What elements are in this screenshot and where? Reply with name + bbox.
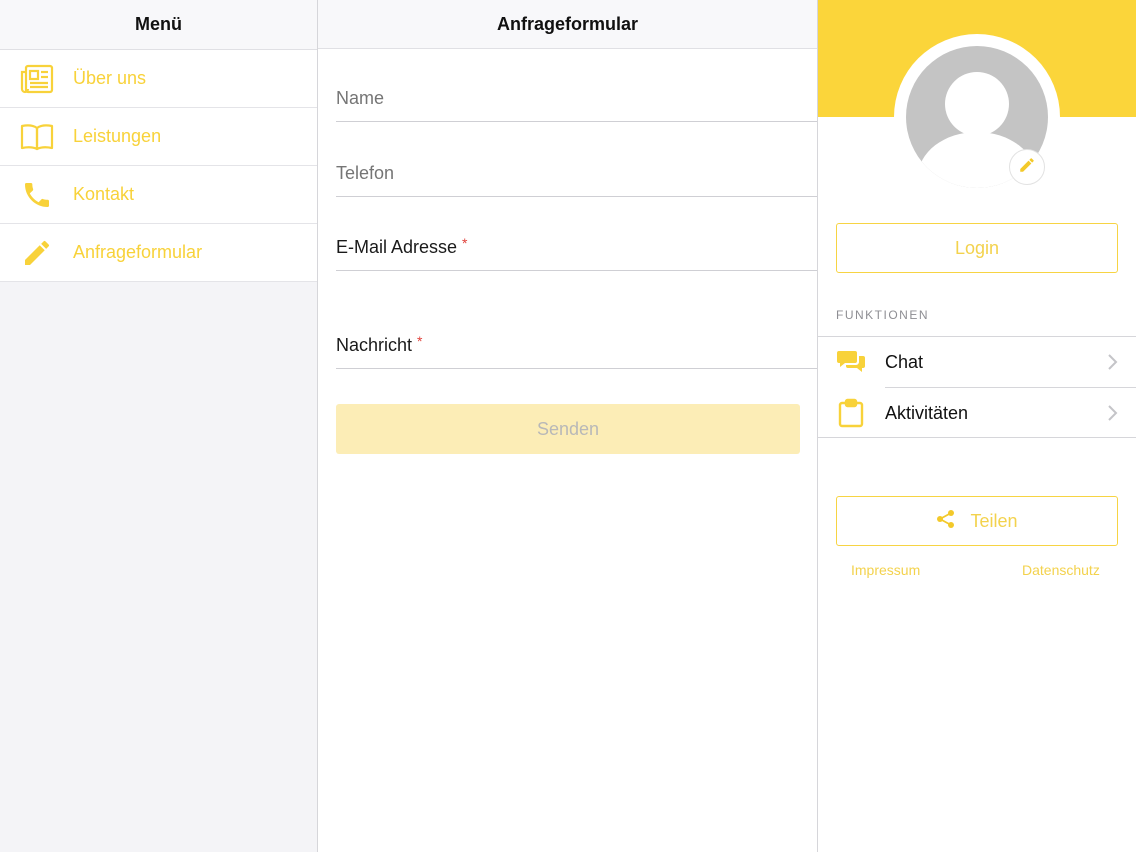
- email-field[interactable]: E-Mail Adresse *: [336, 235, 817, 271]
- form-title: Anfrageformular: [318, 0, 817, 49]
- menu-list: Über uns Leistungen Kontakt Anfrageformu…: [0, 50, 317, 282]
- send-button[interactable]: Senden: [336, 404, 800, 454]
- phone-field-wrapper: [336, 163, 817, 197]
- menu-item-services[interactable]: Leistungen: [0, 108, 317, 166]
- message-field[interactable]: Nachricht *: [336, 333, 817, 369]
- profile-pane: Login FUNKTIONEN Chat Aktivitäten Teilen…: [818, 0, 1136, 852]
- login-button[interactable]: Login: [836, 223, 1118, 273]
- pencil-icon: [1018, 156, 1036, 179]
- menu-item-contact[interactable]: Kontakt: [0, 166, 317, 224]
- menu-pane: Menü Über uns Leistungen Kontakt Anfrage…: [0, 0, 318, 852]
- share-button[interactable]: Teilen: [836, 496, 1118, 546]
- imprint-link[interactable]: Impressum: [851, 562, 920, 578]
- avatar-placeholder-head: [945, 72, 1009, 136]
- edit-avatar-button[interactable]: [1009, 149, 1045, 185]
- function-item-activities[interactable]: Aktivitäten: [818, 388, 1136, 438]
- pencil-icon: [20, 236, 54, 270]
- menu-item-label: Über uns: [73, 68, 147, 88]
- function-item-chat[interactable]: Chat: [818, 337, 1136, 387]
- share-icon: [936, 509, 956, 534]
- functions-list: Chat Aktivitäten: [818, 336, 1136, 438]
- menu-title: Menü: [0, 0, 317, 50]
- function-label: Aktivitäten: [885, 402, 969, 423]
- share-label: Teilen: [970, 510, 1018, 531]
- required-mark: *: [417, 333, 423, 349]
- phone-input[interactable]: [336, 163, 817, 184]
- menu-item-inquiry-form[interactable]: Anfrageformular: [0, 224, 317, 282]
- open-book-icon: [20, 120, 54, 154]
- phone-icon: [20, 178, 54, 212]
- menu-item-label: Kontakt: [73, 184, 135, 204]
- name-input[interactable]: [336, 88, 817, 109]
- chevron-right-icon: [1108, 354, 1118, 370]
- required-mark: *: [462, 235, 468, 251]
- menu-item-about[interactable]: Über uns: [0, 50, 317, 108]
- form-pane: Anfrageformular E-Mail Adresse * Nachric…: [318, 0, 818, 852]
- chat-bubbles-icon: [837, 348, 865, 376]
- function-label: Chat: [885, 351, 924, 372]
- privacy-link[interactable]: Datenschutz: [1022, 562, 1100, 578]
- chevron-right-icon: [1108, 405, 1118, 421]
- section-title-functions: FUNKTIONEN: [836, 308, 929, 322]
- newspaper-icon: [20, 62, 54, 96]
- email-label: E-Mail Adresse: [336, 237, 458, 257]
- clipboard-icon: [837, 398, 865, 428]
- name-field-wrapper: [336, 88, 817, 122]
- message-label: Nachricht: [336, 335, 413, 355]
- menu-item-label: Leistungen: [73, 126, 162, 146]
- menu-item-label: Anfrageformular: [73, 242, 203, 262]
